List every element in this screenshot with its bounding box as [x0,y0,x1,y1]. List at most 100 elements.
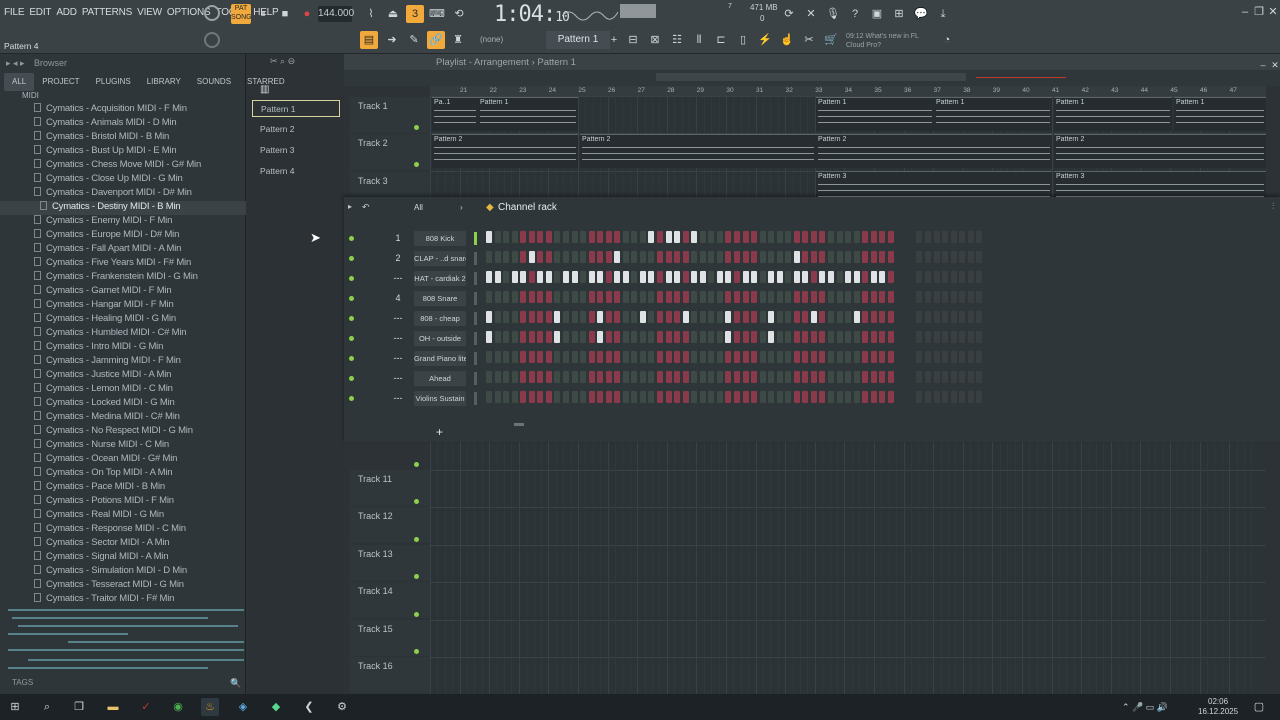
step-button[interactable] [836,351,843,363]
news-arrow-icon[interactable]: ◔ [938,31,956,49]
step-button[interactable] [674,271,681,283]
step-button[interactable] [716,331,723,343]
step-button[interactable] [665,351,672,363]
step-button[interactable] [725,391,732,403]
step-button[interactable] [819,271,826,283]
step-button[interactable] [776,331,783,343]
step-button[interactable] [828,291,834,303]
taskbar-clock[interactable]: 02:06 16.12.2025 [1198,697,1238,717]
step-button[interactable] [924,351,931,363]
step-button[interactable] [785,311,792,323]
step-button[interactable] [503,391,510,403]
step-button[interactable] [862,351,869,363]
channel-name-button[interactable]: OH - outside [414,331,466,346]
menu-patterns[interactable]: PATTERNS [82,7,132,18]
step-button[interactable] [597,251,604,263]
step-button[interactable] [580,391,587,403]
step-button[interactable] [853,291,860,303]
step-button[interactable] [845,371,852,383]
step-button[interactable] [862,251,869,263]
step-button[interactable] [537,291,544,303]
step-button[interactable] [571,231,578,243]
step-button[interactable] [924,271,931,283]
playlist-clip[interactable]: Pa..1 [432,97,478,131]
step-button[interactable] [708,331,715,343]
step-button[interactable] [916,371,923,383]
step-button[interactable] [967,311,974,323]
step-button[interactable] [528,371,535,383]
step-button[interactable] [716,391,723,403]
step-button[interactable] [751,311,758,323]
step-button[interactable] [588,251,595,263]
step-button[interactable] [503,251,510,263]
channel-name-button[interactable]: 808 Snare [414,291,466,306]
step-button[interactable] [622,231,629,243]
steam-icon[interactable]: ◈ [234,698,252,716]
browser-item[interactable]: Cymatics - Jamming MIDI - F Min [34,355,181,369]
step-button[interactable] [819,311,826,323]
pitch-knob[interactable] [204,32,220,48]
pattern-item[interactable]: Pattern 2 [252,121,340,138]
step-button[interactable] [520,251,527,263]
step-button[interactable] [708,351,715,363]
cart-icon[interactable]: 🛒 [822,31,840,49]
channel-mixer-track[interactable]: 4 [392,291,404,306]
step-button[interactable] [605,391,612,403]
step-button[interactable] [879,391,886,403]
add-pattern-icon[interactable]: + [605,31,623,49]
step-button[interactable] [810,311,817,323]
step-button[interactable] [967,351,974,363]
overview-scroll[interactable] [656,73,966,81]
step-button[interactable] [959,371,966,383]
step-button[interactable] [819,391,826,403]
step-button[interactable] [571,391,578,403]
step-button[interactable] [682,371,689,383]
step-button[interactable] [802,391,809,403]
record-icon[interactable]: ● [298,5,316,23]
browser-item[interactable]: Cymatics - Locked MIDI - G Min [34,397,175,411]
step-button[interactable] [494,391,501,403]
step-button[interactable] [768,391,775,403]
step-button[interactable] [580,271,587,283]
step-button[interactable] [503,231,510,243]
step-button[interactable] [614,391,621,403]
step-button[interactable] [802,251,809,263]
step-button[interactable] [725,251,732,263]
step-button[interactable] [879,371,886,383]
taskbar-search-icon[interactable]: ⌕ [38,698,56,716]
step-button[interactable] [862,231,869,243]
save-icon[interactable]: ▣ [868,5,886,23]
channel-select-led[interactable] [474,252,477,265]
step-button[interactable] [751,271,758,283]
step-button[interactable] [571,291,578,303]
step-button[interactable] [631,391,638,403]
step-button[interactable] [554,351,561,363]
step-button[interactable] [691,351,698,363]
step-button[interactable] [733,311,740,323]
step-button[interactable] [674,391,681,403]
step-button[interactable] [588,231,595,243]
pattern-item[interactable]: Pattern 3 [252,142,340,159]
browser-item[interactable]: Cymatics - Signal MIDI - A Min [34,551,168,565]
step-button[interactable] [836,251,843,263]
folder-midi[interactable]: MIDI [22,91,39,100]
step-button[interactable] [528,391,535,403]
step-button[interactable] [537,371,544,383]
step-button[interactable] [699,331,706,343]
step-button[interactable] [776,291,783,303]
step-button[interactable] [682,271,689,283]
step-button[interactable] [862,311,869,323]
step-button[interactable] [622,311,629,323]
step-button[interactable] [819,251,826,263]
channel-name-button[interactable]: 808 Kick [414,231,466,246]
step-button[interactable] [976,371,983,383]
step-button[interactable] [870,331,877,343]
step-button[interactable] [933,351,940,363]
step-button[interactable] [759,391,766,403]
browser-item[interactable]: Cymatics - Potions MIDI - F Min [34,495,174,509]
step-button[interactable] [793,271,800,283]
browser-item[interactable]: Cymatics - Justice MIDI - A Min [34,369,171,383]
step-button[interactable] [845,331,852,343]
step-button[interactable] [759,311,766,323]
channel-name-button[interactable]: CLAP - ..d snare [414,251,466,266]
